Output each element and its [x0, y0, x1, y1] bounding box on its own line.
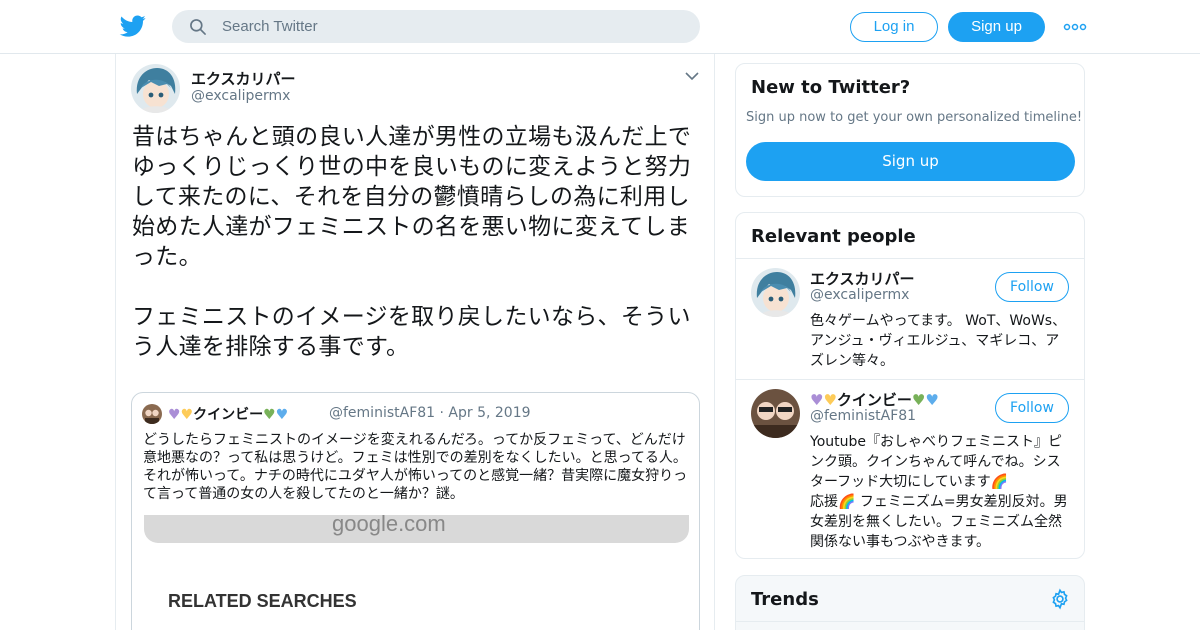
author-name[interactable]: エクスカリパー — [191, 68, 296, 89]
author-handle[interactable]: @excalipermx — [191, 88, 290, 104]
yellow-heart-icon: ♥ — [823, 391, 837, 409]
person-name[interactable]: ♥♥クインビー♥♥ — [810, 389, 939, 410]
quoted-text: どうしたらフェミニストのイメージを変えれるんだろ。ってか反フェミって、どんだけ意… — [143, 432, 688, 502]
media-related-searches: RELATED SEARCHES — [168, 591, 357, 611]
person-item: エクスカリパー @excalipermx Follow 色々ゲームやってます。 … — [736, 258, 1084, 379]
search-icon — [190, 19, 206, 35]
search-input[interactable] — [222, 10, 682, 43]
yellow-heart-icon: ♥ — [180, 407, 194, 423]
more-dots-icon[interactable] — [1063, 22, 1087, 32]
quoted-author-avatar — [142, 404, 162, 424]
new-to-twitter-card: New to Twitter? Sign up now to get your … — [735, 63, 1085, 197]
quoted-handle-date: @feministAF81 · Apr 5, 2019 — [329, 405, 531, 421]
person-handle[interactable]: @excalipermx — [810, 287, 909, 303]
green-heart-icon: ♥ — [911, 391, 926, 409]
relevant-people-title: Relevant people — [751, 226, 916, 247]
follow-button[interactable]: Follow — [995, 393, 1069, 423]
chevron-down-icon[interactable] — [684, 70, 700, 82]
person-bio: Youtube『おしゃべりフェミニスト』ピンク頭。クインちゃんて呼んでね。シスタ… — [810, 434, 1068, 550]
new-to-twitter-title: New to Twitter? — [751, 77, 911, 98]
twitter-bird-icon[interactable] — [119, 13, 147, 39]
sidebar-signup-button[interactable]: Sign up — [746, 142, 1075, 181]
relevant-people-card: Relevant people エクスカリパー @excalipermx Fol… — [735, 212, 1085, 559]
signup-button[interactable]: Sign up — [948, 12, 1045, 42]
quoted-media-image[interactable]: google.com RELATED SEARCHES — [132, 511, 699, 630]
blue-heart-icon: ♥ — [925, 391, 939, 409]
search-bar[interactable] — [172, 10, 700, 43]
tweet-detail: エクスカリパー @excalipermx 昔はちゃんと頭の良い人達が男性の立場も… — [115, 54, 715, 630]
quoted-author-name: ♥♥クインビー♥♥ — [168, 407, 289, 423]
person-avatar[interactable] — [751, 389, 800, 438]
person-name[interactable]: エクスカリパー — [810, 268, 915, 289]
rainbow-icon: 🌈 — [990, 474, 1009, 490]
person-avatar[interactable] — [751, 268, 800, 317]
media-url-text: google.com — [332, 511, 446, 536]
quoted-tweet[interactable]: ♥♥クインビー♥♥ @feministAF81 · Apr 5, 2019 どう… — [131, 392, 700, 630]
tweet-text: 昔はちゃんと頭の良い人達が男性の立場も汲んだ上でゆっくりじっくり世の中を良いもの… — [132, 124, 692, 360]
person-item: ♥♥クインビー♥♥ @feministAF81 Follow Youtube『お… — [736, 379, 1084, 559]
top-navigation-bar: Log in Sign up — [0, 0, 1200, 54]
purple-heart-icon: ♥ — [168, 407, 181, 423]
login-button[interactable]: Log in — [850, 12, 938, 42]
green-heart-icon: ♥ — [263, 407, 276, 423]
author-avatar[interactable] — [131, 64, 180, 113]
person-handle[interactable]: @feministAF81 — [810, 408, 916, 424]
divider — [736, 621, 1084, 622]
purple-heart-icon: ♥ — [810, 391, 824, 409]
person-bio: 色々ゲームやってます。 WoT、WoWs、アンジュ・ヴィエルジュ、マギレコ、アズ… — [810, 313, 1067, 369]
trends-title: Trends — [751, 589, 819, 610]
rainbow-icon: 🌈 — [838, 494, 856, 510]
follow-button[interactable]: Follow — [995, 272, 1069, 302]
blue-heart-icon: ♥ — [275, 407, 289, 423]
new-to-twitter-subtitle: Sign up now to get your own personalized… — [746, 110, 1083, 125]
trends-card: Trends — [735, 575, 1085, 630]
gear-icon[interactable] — [1049, 588, 1071, 610]
